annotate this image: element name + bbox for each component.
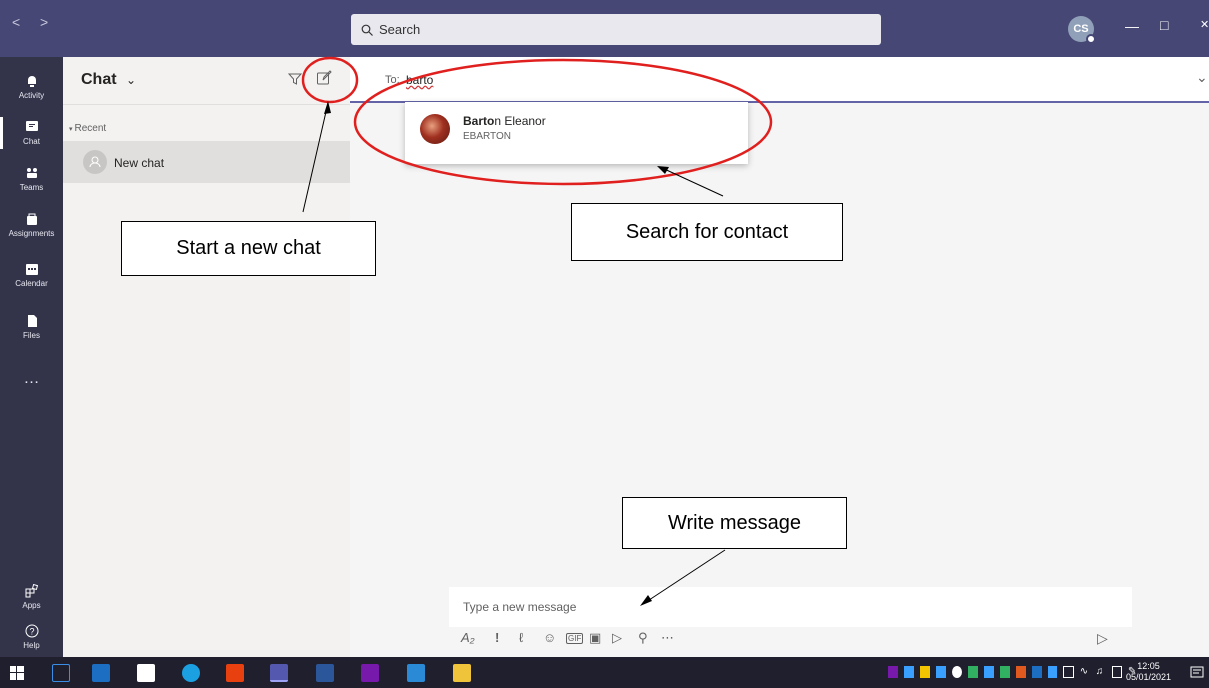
battery-icon[interactable] — [1063, 666, 1074, 678]
system-tray: ∿ ♫ ✎ — [888, 666, 1138, 680]
tray-icon[interactable] — [903, 666, 914, 678]
write-arrowhead — [640, 595, 652, 606]
annotation-search-contact: Search for contact — [571, 203, 843, 261]
windows-start-icon[interactable] — [10, 666, 24, 680]
outlook-icon[interactable] — [92, 664, 110, 682]
task-view-icon[interactable] — [137, 664, 155, 682]
new-chat-arrow — [302, 102, 329, 213]
clock-time: 12:05 — [1137, 661, 1160, 671]
annotation-new-chat-text: Start a new chat — [176, 237, 321, 259]
tray-icon[interactable] — [1015, 666, 1026, 678]
search-arrowhead — [657, 166, 669, 174]
search-highlight-ellipse — [353, 58, 773, 186]
annotation-new-chat: Start a new chat — [121, 221, 376, 276]
notification-icon[interactable] — [1190, 666, 1204, 680]
office-icon[interactable] — [226, 664, 244, 682]
onenote-tray-icon[interactable] — [888, 666, 898, 678]
taskbar-clock[interactable]: 12:05 05/01/2021 — [1126, 661, 1171, 683]
tray-icon[interactable] — [935, 666, 946, 678]
write-arrow — [642, 549, 726, 605]
edge-icon[interactable] — [182, 664, 200, 682]
teams-taskbar-icon[interactable] — [270, 664, 288, 682]
annotation-overlay — [301, 56, 773, 606]
annotation-write-message: Write message — [622, 497, 847, 549]
new-chat-highlight-ellipse — [301, 56, 359, 104]
photos-icon[interactable] — [407, 664, 425, 682]
wifi-icon[interactable]: ∿ — [1080, 666, 1090, 678]
tray-icon[interactable] — [999, 666, 1010, 678]
os-taskbar: ∿ ♫ ✎ 12:05 05/01/2021 — [0, 657, 1209, 688]
annotation-write-message-text: Write message — [667, 511, 801, 534]
volume-icon[interactable]: ♫ — [1096, 666, 1106, 678]
tray-icon[interactable] — [1047, 666, 1058, 678]
file-explorer-icon[interactable] — [453, 664, 471, 682]
annotation-search-contact-text: Search for contact — [625, 220, 789, 243]
onedrive-icon[interactable] — [951, 666, 962, 678]
cortana-icon[interactable] — [52, 664, 70, 682]
tray-icon[interactable] — [967, 666, 978, 678]
keyboard-icon[interactable] — [1111, 666, 1122, 678]
tray-icon[interactable] — [919, 666, 930, 678]
tray-icon[interactable] — [983, 666, 994, 678]
word-icon[interactable] — [316, 664, 334, 682]
bluetooth-icon[interactable] — [1031, 666, 1042, 678]
clock-date: 05/01/2021 — [1125, 672, 1171, 682]
onenote-icon[interactable] — [361, 664, 379, 682]
